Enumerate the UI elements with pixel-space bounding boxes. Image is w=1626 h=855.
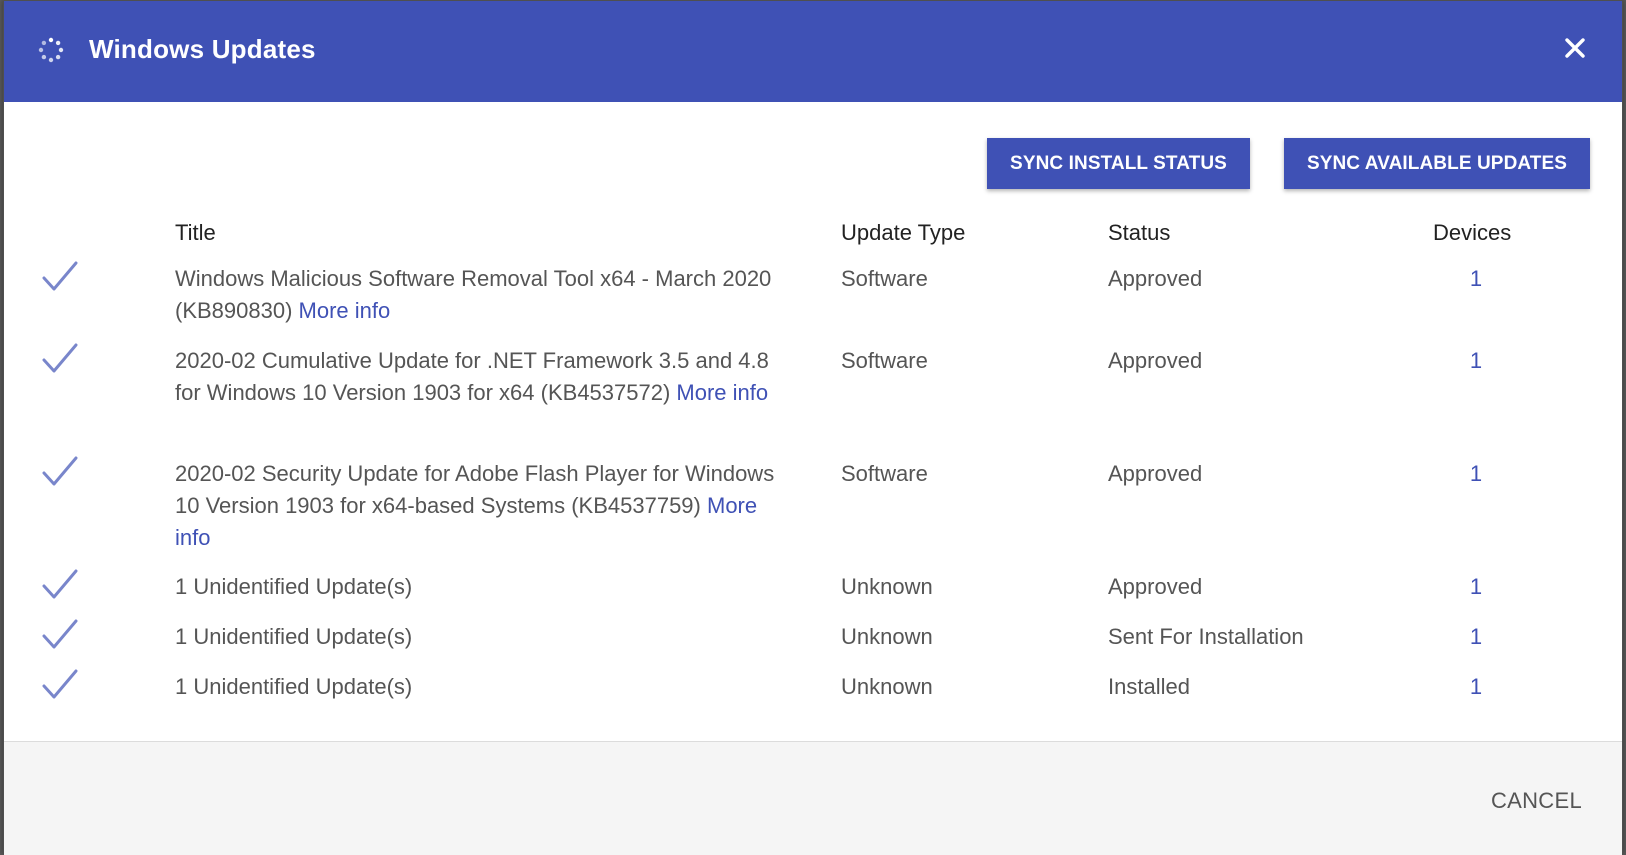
close-button[interactable] (1558, 31, 1592, 65)
update-title: 1 Unidentified Update(s) (175, 671, 785, 703)
sync-install-status-button[interactable]: SYNC INSTALL STATUS (987, 138, 1250, 189)
check-icon (42, 343, 78, 373)
dialog-footer: CANCEL (4, 741, 1622, 855)
update-type: Unknown (841, 674, 933, 699)
column-header-devices: Devices (1433, 220, 1512, 245)
more-info-link[interactable]: More info (299, 298, 391, 323)
update-title-text: 1 Unidentified Update(s) (175, 574, 413, 599)
update-title: 2020-02 Cumulative Update for .NET Frame… (175, 345, 785, 409)
devices-count-link[interactable]: 1 (1464, 621, 1488, 653)
update-status: Approved (1108, 348, 1203, 373)
column-header-update-type: Update Type (841, 220, 966, 245)
update-title-text: Windows Malicious Software Removal Tool … (175, 266, 772, 323)
update-status: Approved (1108, 461, 1203, 486)
update-title: 2020-02 Security Update for Adobe Flash … (175, 458, 785, 554)
column-header-title: Title (175, 220, 216, 245)
devices-count-link[interactable]: 1 (1464, 571, 1488, 603)
update-status: Approved (1108, 266, 1203, 291)
update-status: Approved (1108, 574, 1203, 599)
dialog-title: Windows Updates (89, 34, 316, 64)
check-icon (42, 669, 78, 699)
dialog-header: Windows Updates (4, 1, 1622, 102)
update-status: Sent For Installation (1108, 624, 1304, 649)
update-type: Software (841, 348, 928, 373)
update-title: Windows Malicious Software Removal Tool … (175, 263, 785, 327)
update-status: Installed (1108, 674, 1190, 699)
check-icon (42, 619, 78, 649)
column-header-status: Status (1108, 220, 1171, 245)
sync-available-updates-button[interactable]: SYNC AVAILABLE UPDATES (1284, 138, 1590, 189)
cancel-button[interactable]: CANCEL (1491, 781, 1582, 821)
update-title-text: 1 Unidentified Update(s) (175, 624, 413, 649)
update-title: 1 Unidentified Update(s) (175, 621, 785, 653)
more-info-link[interactable]: More info (676, 380, 768, 405)
devices-count-link[interactable]: 1 (1464, 345, 1488, 377)
update-type: Unknown (841, 624, 933, 649)
check-icon (42, 456, 78, 486)
loading-spinner-icon (38, 37, 64, 63)
update-type: Unknown (841, 574, 933, 599)
update-title-text: 2020-02 Security Update for Adobe Flash … (175, 461, 775, 518)
close-icon (1565, 38, 1585, 58)
update-type: Software (841, 461, 928, 486)
update-title: 1 Unidentified Update(s) (175, 571, 785, 603)
check-icon (42, 569, 78, 599)
check-icon (42, 261, 78, 291)
devices-count-link[interactable]: 1 (1464, 671, 1488, 703)
devices-count-link[interactable]: 1 (1464, 263, 1488, 295)
devices-count-link[interactable]: 1 (1464, 458, 1488, 490)
update-type: Software (841, 266, 928, 291)
update-title-text: 1 Unidentified Update(s) (175, 674, 413, 699)
windows-updates-dialog: Windows Updates SYNC INSTALL STATUS SYNC… (3, 0, 1623, 855)
